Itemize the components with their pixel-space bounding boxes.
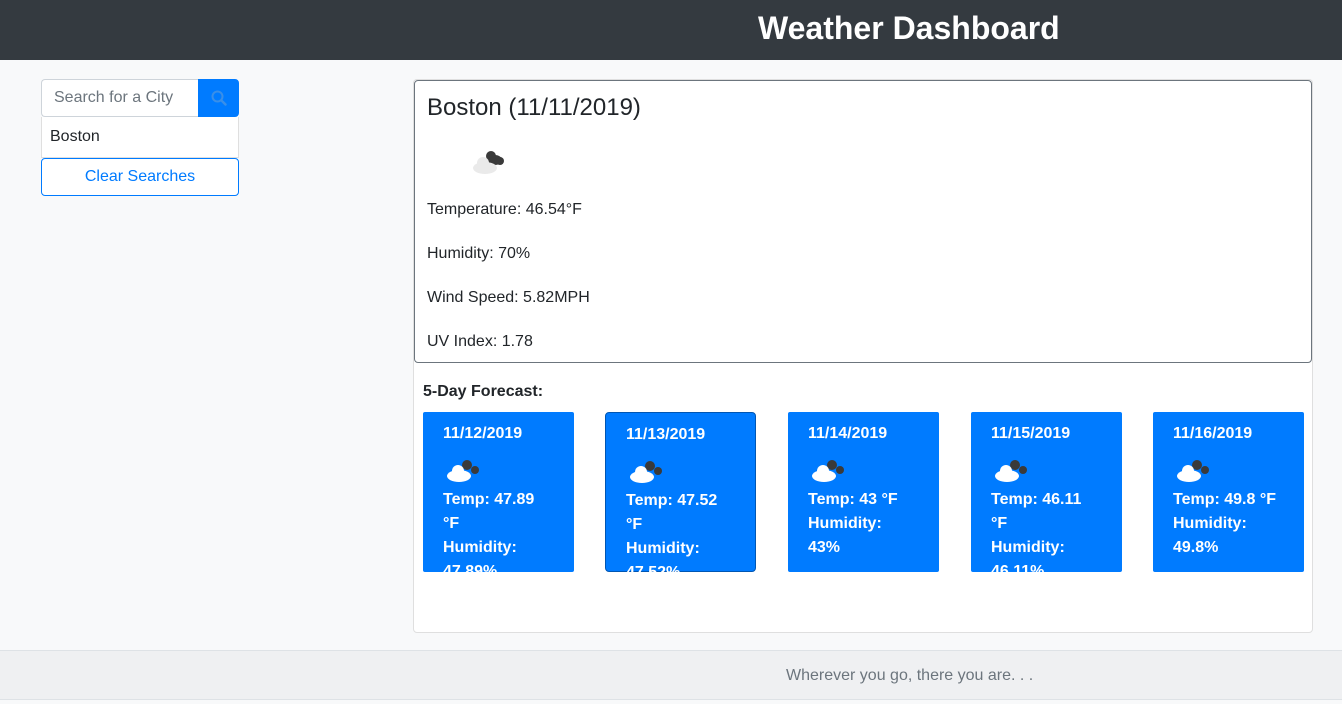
forecast-humidity: 46.11% — [991, 563, 1045, 580]
cloudy-icon — [808, 454, 919, 488]
forecast-date: 11/13/2019 — [626, 426, 706, 443]
forecast-date: 11/14/2019 — [808, 425, 888, 442]
search-history-list: Boston — [41, 117, 239, 158]
forecast-humidity: 47.89% — [443, 563, 498, 580]
cloudy-icon — [469, 146, 1299, 180]
current-uv-index: UV Index: 1.78 — [427, 333, 533, 350]
clear-searches-button[interactable]: Clear Searches — [41, 158, 239, 196]
search-input[interactable] — [41, 79, 198, 117]
forecast-humidity: 49.8% — [1173, 539, 1219, 556]
search-group — [41, 79, 239, 117]
cloudy-icon — [443, 454, 554, 488]
current-city-title: Boston (11/11/2019) — [427, 94, 641, 121]
forecast-card: 11/14/2019 Temp: 43 °F Humidity: 43% — [788, 412, 939, 572]
forecast-date: 11/12/2019 — [443, 425, 523, 442]
forecast-humidity: 43% — [808, 539, 841, 556]
forecast-humidity-label: Humidity: — [991, 539, 1065, 556]
forecast-card: 11/12/2019 Temp: 47.89 °F Humidity: 47.8… — [423, 412, 574, 580]
forecast-humidity-label: Humidity: — [808, 515, 882, 532]
current-wind-speed: Wind Speed: 5.82MPH — [427, 289, 590, 306]
weather-panel: Boston (11/11/2019) Temperature: 46.54°F… — [413, 79, 1313, 633]
search-button[interactable] — [198, 79, 239, 117]
cloudy-icon — [1173, 454, 1284, 488]
forecast-temp: Temp: 46.11 °F — [991, 491, 1082, 532]
app-header: Weather Dashboard — [0, 0, 1342, 60]
page-footer: Wherever you go, there you are. . . — [0, 650, 1342, 700]
forecast-card: 11/15/2019 Temp: 46.11 °F Humidity: 46.1… — [971, 412, 1122, 580]
forecast-heading: 5-Day Forecast: — [423, 383, 544, 400]
search-panel: Boston Clear Searches — [41, 79, 239, 196]
forecast-temp: Temp: 47.89 °F — [443, 491, 535, 532]
current-humidity: Humidity: 70% — [427, 245, 531, 262]
forecast-temp: Temp: 47.52 °F — [626, 492, 718, 533]
cloudy-icon — [991, 454, 1102, 488]
forecast-humidity-label: Humidity: — [626, 540, 700, 557]
forecast-humidity: 47.52% — [626, 564, 681, 581]
current-temperature: Temperature: 46.54°F — [427, 201, 582, 218]
search-icon — [211, 90, 227, 106]
forecast-date: 11/15/2019 — [991, 425, 1071, 442]
footer-quote: Wherever you go, there you are. . . — [786, 667, 1034, 684]
cloudy-icon — [626, 455, 735, 489]
forecast-humidity-label: Humidity: — [443, 539, 517, 556]
page-title: Weather Dashboard — [758, 10, 1060, 46]
forecast-date: 11/16/2019 — [1173, 425, 1253, 442]
current-weather-card: Boston (11/11/2019) Temperature: 46.54°F… — [414, 80, 1312, 363]
forecast-temp: Temp: 43 °F — [808, 491, 898, 508]
forecast-card: 11/13/2019 Temp: 47.52 °F Humidity: 47.5… — [605, 412, 756, 581]
history-item-boston[interactable]: Boston — [42, 117, 238, 157]
forecast-humidity-label: Humidity: — [1173, 515, 1247, 532]
forecast-temp: Temp: 49.8 °F — [1173, 491, 1277, 508]
forecast-card: 11/16/2019 Temp: 49.8 °F Humidity: 49.8% — [1153, 412, 1304, 572]
